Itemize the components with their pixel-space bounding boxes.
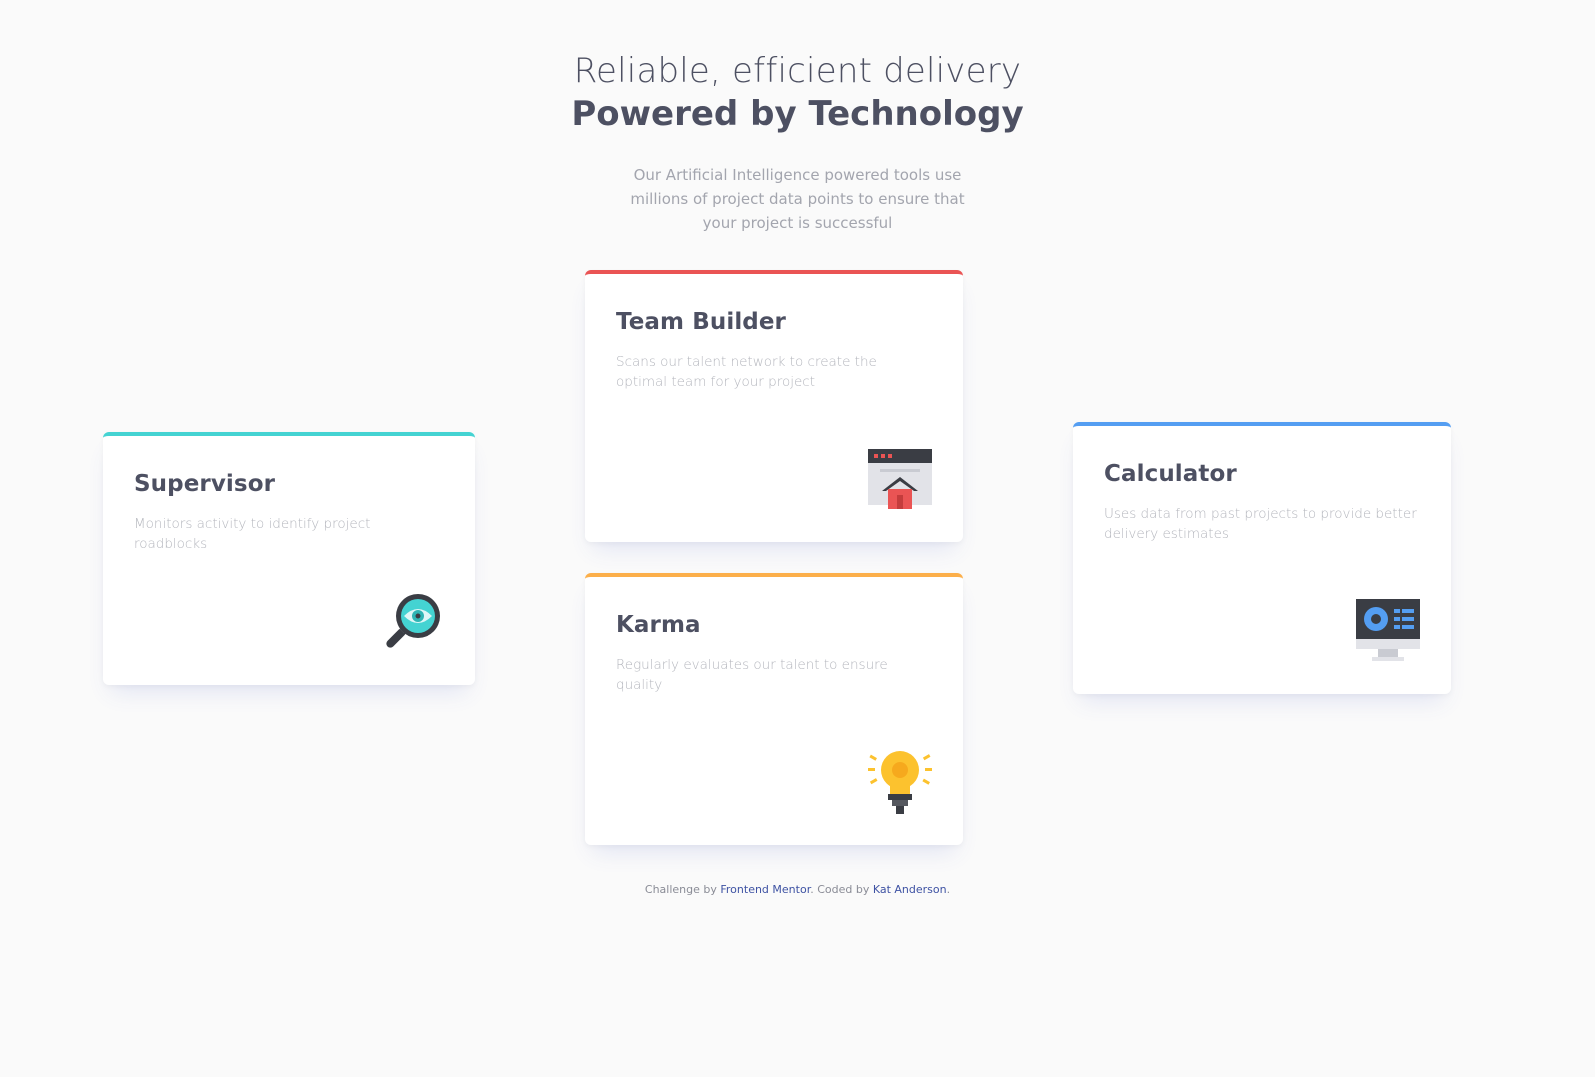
card-text: Regularly evaluates our talent to ensure… <box>616 657 888 693</box>
card-text: Scans our talent network to create the o… <box>616 354 877 390</box>
card-title: Calculator <box>1104 461 1237 487</box>
card-title: Karma <box>616 612 701 638</box>
heading-bold-line: Powered by Technology <box>571 94 1024 134</box>
page: Reliable, efficient delivery Powered by … <box>0 0 1595 1077</box>
card-title: Team Builder <box>616 309 787 335</box>
card-calculator: Calculator Uses data from past projects … <box>1073 422 1451 694</box>
card-karma: Karma Regularly evaluates our talent to … <box>585 573 963 845</box>
card-team-builder: Team Builder Scans our talent network to… <box>585 270 963 542</box>
attribution-middle: . Coded by <box>810 883 870 896</box>
attribution: Challenge by Frontend Mentor. Coded by K… <box>0 883 1595 896</box>
frontend-mentor-link[interactable]: Frontend Mentor <box>720 883 810 896</box>
card-supervisor: Supervisor Monitors activity to identify… <box>103 432 475 685</box>
intro-text: Our Artificial Intelligence powered tool… <box>630 166 965 232</box>
card-title: Supervisor <box>134 471 276 497</box>
heading-light-line: Reliable, efficient delivery <box>573 51 1022 91</box>
browser-home-icon <box>868 447 932 511</box>
attribution-suffix: . <box>946 883 951 896</box>
author-link[interactable]: Kat Anderson <box>873 883 947 896</box>
magnifier-eye-icon <box>380 590 444 654</box>
lightbulb-icon <box>868 750 932 814</box>
page-heading: Reliable, efficient delivery Powered by … <box>0 48 1595 134</box>
card-text: Uses data from past projects to provide … <box>1104 506 1417 542</box>
monitor-dashboard-icon <box>1356 599 1420 663</box>
attribution-prefix: Challenge by <box>644 883 717 896</box>
card-text: Monitors activity to identify project ro… <box>134 516 371 552</box>
